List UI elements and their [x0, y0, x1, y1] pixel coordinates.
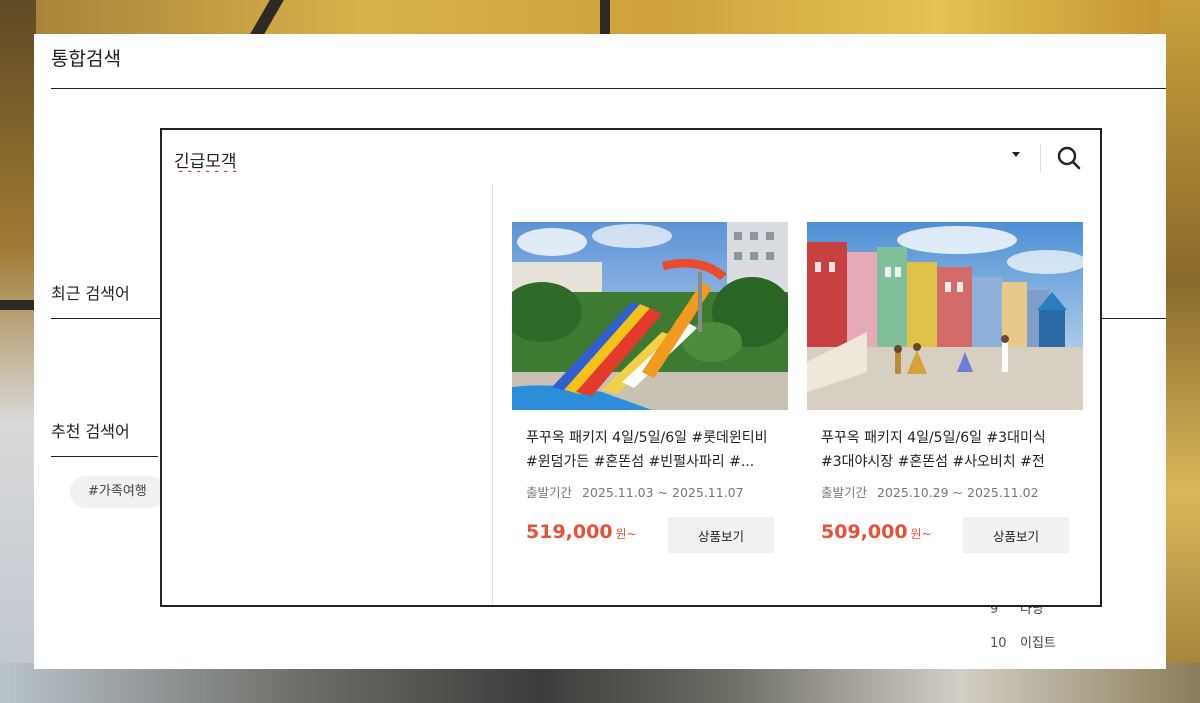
search-bar	[160, 128, 1102, 188]
view-product-button[interactable]: 상품보기	[668, 517, 774, 553]
period-dates: 2025.10.29 ~ 2025.11.02	[877, 485, 1039, 500]
recent-searches-label: 최근 검색어	[51, 284, 130, 303]
background-beam	[600, 0, 610, 34]
product-image-town[interactable]	[807, 222, 1083, 410]
search-input[interactable]	[172, 138, 996, 180]
product-image-waterpark[interactable]	[512, 222, 788, 410]
panel-title: 통합검색	[51, 48, 121, 70]
dropdown-caret-icon[interactable]	[1012, 152, 1020, 157]
price-value: 509,000	[821, 521, 908, 543]
product-period: 출발기간 2025.11.03 ~ 2025.11.07	[526, 482, 774, 501]
period-label: 출발기간	[526, 485, 573, 500]
period-dates: 2025.11.03 ~ 2025.11.07	[582, 485, 744, 500]
view-product-button[interactable]: 상품보기	[963, 517, 1069, 553]
price-value: 519,000	[526, 521, 613, 543]
column-divider	[492, 184, 493, 605]
product-price: 519,000 원~	[526, 521, 637, 543]
recommend-divider	[51, 456, 158, 457]
price-unit: 원~	[615, 527, 637, 541]
background-floor	[0, 663, 1200, 703]
background-wood-right	[1160, 0, 1200, 703]
ranking-item[interactable]: 10 이집트	[990, 632, 1056, 651]
price-unit: 원~	[910, 527, 932, 541]
search-divider	[1040, 144, 1041, 172]
search-results-dropdown: 푸꾸옥 패키지 4일/5일/6일 #롯데윈티비 #윈덤가든 #혼똔섬 #빈펄사파…	[160, 184, 1102, 607]
recommend-chip[interactable]: #가족여행	[70, 476, 165, 508]
title-divider	[51, 88, 1166, 89]
recommended-searches-label: 추천 검색어	[51, 422, 130, 441]
ranking-keyword: 이집트	[1020, 636, 1056, 651]
background-wood-left	[0, 0, 36, 703]
product-card[interactable]: 푸꾸옥 패키지 4일/5일/6일 #3대미식 #3대야시장 #혼똔섬 #사오비치…	[807, 222, 1083, 553]
product-title[interactable]: 푸꾸옥 패키지 4일/5일/6일 #3대미식 #3대야시장 #혼똔섬 #사오비치…	[821, 426, 1069, 474]
background-beam	[0, 300, 34, 310]
product-period: 출발기간 2025.10.29 ~ 2025.11.02	[821, 482, 1069, 501]
search-button[interactable]	[1048, 138, 1092, 178]
period-label: 출발기간	[821, 485, 868, 500]
search-icon	[1057, 146, 1081, 170]
ranking-number: 10	[990, 636, 1007, 651]
product-card[interactable]: 푸꾸옥 패키지 4일/5일/6일 #롯데윈티비 #윈덤가든 #혼똔섬 #빈펄사파…	[512, 222, 788, 553]
product-price: 509,000 원~	[821, 521, 932, 543]
product-title[interactable]: 푸꾸옥 패키지 4일/5일/6일 #롯데윈티비 #윈덤가든 #혼똔섬 #빈펄사파…	[526, 426, 774, 474]
